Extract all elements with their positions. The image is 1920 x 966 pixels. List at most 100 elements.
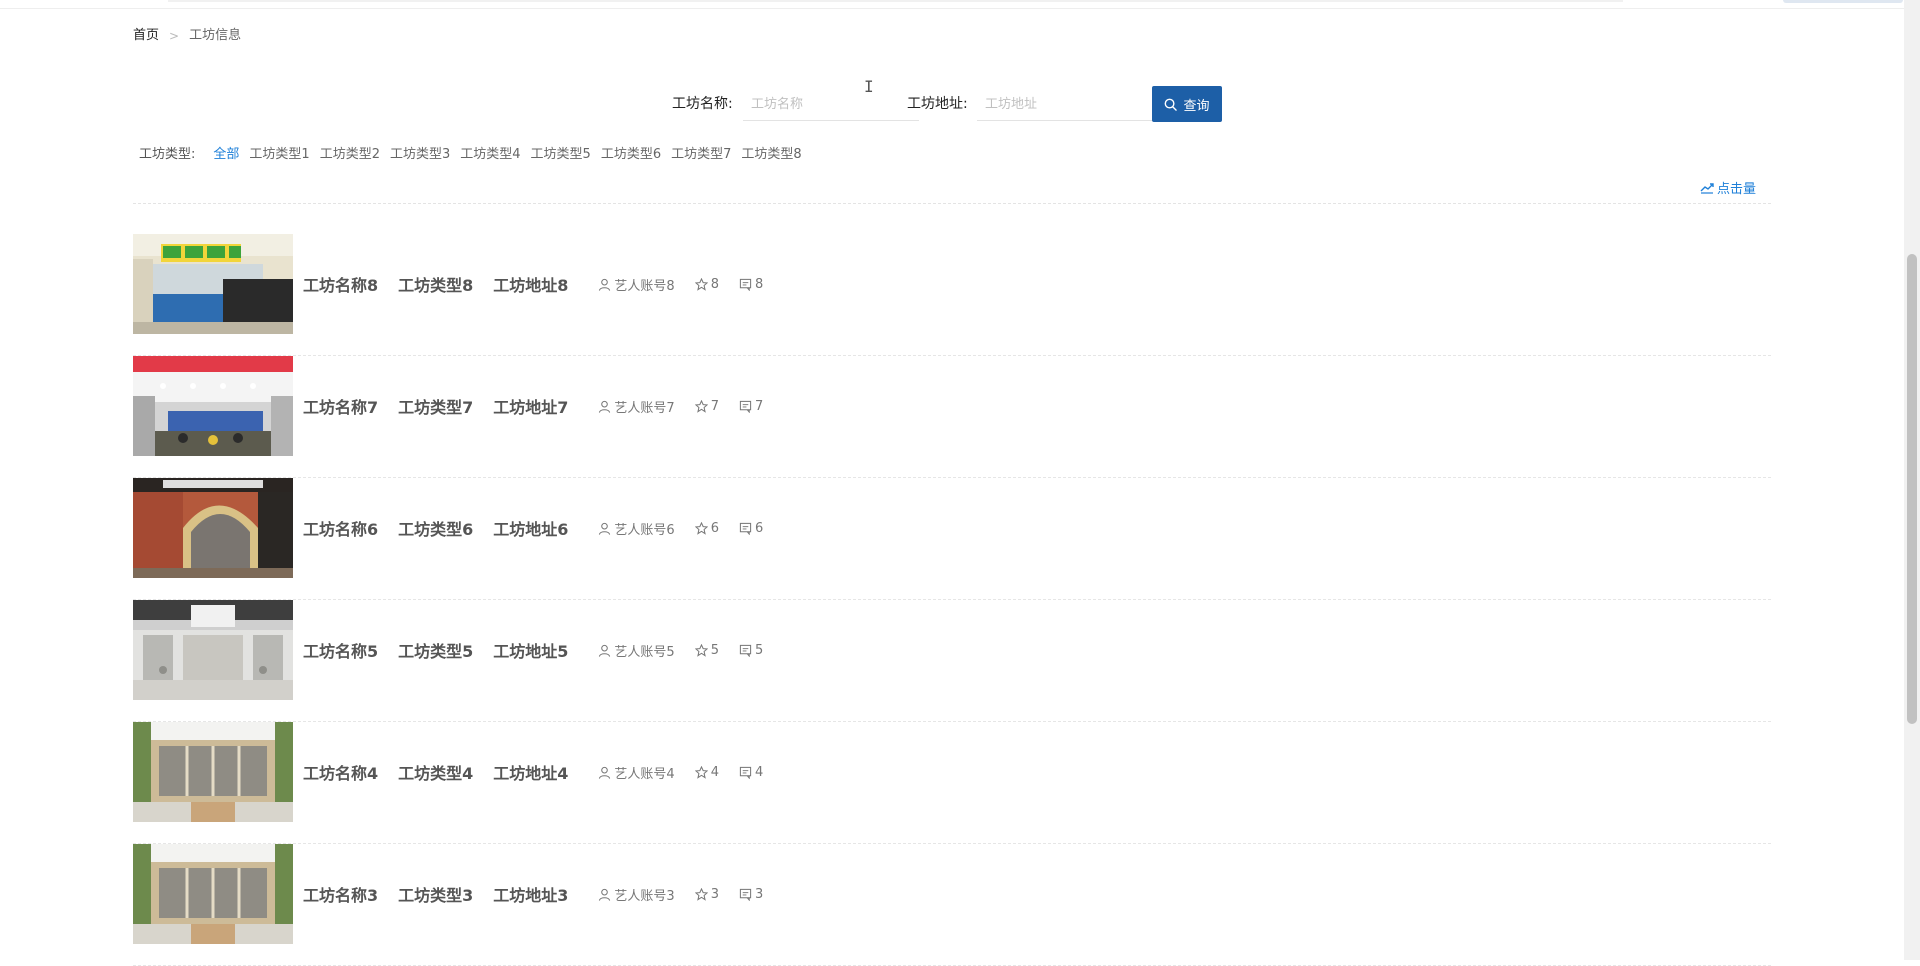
text-cursor-icon: I — [864, 77, 874, 96]
user-icon — [599, 644, 611, 657]
type-filter-5[interactable]: 工坊类型5 — [531, 145, 591, 165]
workshop-address: 工坊地址7 — [493, 398, 569, 417]
trend-chart-icon — [1700, 182, 1714, 194]
workshop-name-label: 工坊名称: — [672, 96, 733, 112]
user-icon — [599, 522, 611, 535]
scrollbar-thumb[interactable] — [1907, 254, 1917, 724]
artist-account: 艺人账号7 — [598, 397, 675, 416]
breadcrumb-current: 工坊信息 — [189, 28, 242, 43]
workshop-name[interactable]: 工坊名称6 — [303, 516, 378, 540]
comment-icon — [739, 888, 752, 901]
type-filter-7[interactable]: 工坊类型7 — [671, 145, 731, 165]
star-icon — [694, 277, 708, 291]
search-bar: 工坊名称: 工坊地址: 查询 — [0, 86, 1920, 122]
favorite-count: 3 — [694, 887, 719, 902]
artist-account-label: 艺人账号3 — [614, 888, 675, 904]
workshop-info: 工坊名称7 工坊类型7 工坊地址7 艺人账号7 7 7 — [303, 394, 763, 418]
type-filter-4[interactable]: 工坊类型4 — [460, 145, 520, 165]
workshop-type: 工坊类型6 — [398, 520, 474, 539]
workshop-name[interactable]: 工坊名称8 — [303, 272, 378, 296]
workshop-name[interactable]: 工坊名称4 — [303, 760, 378, 784]
star-icon — [694, 521, 708, 535]
favorite-count-value: 7 — [710, 398, 719, 414]
workshop-row[interactable]: 工坊名称4 工坊类型4 工坊地址4 艺人账号4 4 4 — [133, 722, 1771, 844]
user-icon — [599, 400, 611, 413]
workshop-address-input[interactable] — [977, 88, 1153, 121]
comment-icon — [739, 644, 752, 657]
favorite-count: 4 — [694, 765, 719, 780]
type-filter: 工坊类型: 全部 工坊类型1 工坊类型2 工坊类型3 工坊类型4 工坊类型5 工… — [139, 145, 812, 165]
workshop-address: 工坊地址8 — [493, 276, 569, 295]
workshop-name[interactable]: 工坊名称7 — [303, 394, 378, 418]
search-button-label: 查询 — [1183, 97, 1210, 113]
workshop-name[interactable]: 工坊名称5 — [303, 638, 378, 662]
favorite-count: 8 — [694, 276, 719, 292]
comment-count: 8 — [739, 277, 763, 292]
artist-account: 艺人账号4 — [598, 763, 675, 782]
artist-account: 艺人账号8 — [598, 275, 675, 294]
type-filter-8[interactable]: 工坊类型8 — [741, 145, 801, 165]
search-button[interactable]: 查询 — [1152, 86, 1222, 122]
artist-account-label: 艺人账号4 — [614, 766, 675, 782]
artist-account-label: 艺人账号7 — [614, 400, 675, 416]
workshop-row[interactable]: 工坊名称3 工坊类型3 工坊地址3 艺人账号3 3 3 — [133, 844, 1771, 966]
workshop-address: 工坊地址3 — [493, 886, 569, 905]
sort-by-clicks-link[interactable]: 点击量 — [1700, 178, 1756, 197]
comment-count: 7 — [739, 399, 763, 414]
comment-count: 4 — [739, 765, 763, 780]
workshop-type: 工坊类型4 — [398, 764, 474, 783]
comment-count-value: 7 — [754, 398, 764, 414]
comment-count-value: 8 — [754, 276, 764, 292]
breadcrumb-separator: > — [169, 29, 180, 43]
favorite-count: 5 — [694, 643, 719, 658]
workshop-info: 工坊名称6 工坊类型6 工坊地址6 艺人账号6 6 6 — [303, 516, 763, 540]
workshop-list: 工坊名称8 工坊类型8 工坊地址8 艺人账号8 8 8 工坊名称7 工坊类型7 … — [133, 234, 1771, 966]
workshop-thumbnail[interactable] — [133, 478, 293, 578]
comment-count-value: 5 — [754, 642, 764, 658]
breadcrumb: 首页 > 工坊信息 — [133, 27, 241, 45]
comment-count: 6 — [739, 521, 763, 536]
comment-count-value: 6 — [754, 520, 764, 536]
workshop-address: 工坊地址5 — [493, 642, 569, 661]
artist-account: 艺人账号6 — [598, 519, 675, 538]
workshop-thumbnail[interactable] — [133, 844, 293, 944]
workshop-name-input[interactable] — [743, 88, 919, 121]
comment-count: 5 — [739, 643, 763, 658]
search-icon — [1165, 98, 1178, 111]
user-icon — [599, 766, 611, 779]
favorite-count-value: 8 — [710, 276, 719, 292]
type-filter-2[interactable]: 工坊类型2 — [320, 145, 380, 165]
workshop-name[interactable]: 工坊名称3 — [303, 882, 378, 906]
type-filter-1[interactable]: 工坊类型1 — [249, 145, 309, 165]
workshop-type: 工坊类型8 — [398, 276, 474, 295]
top-bar — [0, 0, 1920, 9]
type-filter-3[interactable]: 工坊类型3 — [390, 145, 450, 165]
type-filter-all[interactable]: 全部 — [213, 145, 239, 165]
favorite-count: 7 — [694, 398, 719, 414]
workshop-row[interactable]: 工坊名称5 工坊类型5 工坊地址5 艺人账号5 5 5 — [133, 600, 1771, 722]
workshop-type: 工坊类型5 — [398, 642, 474, 661]
top-bar-pill — [1783, 0, 1903, 3]
favorite-count-value: 6 — [710, 520, 719, 536]
breadcrumb-home[interactable]: 首页 — [133, 27, 159, 45]
type-filter-label: 工坊类型: — [139, 147, 196, 162]
workshop-thumbnail[interactable] — [133, 234, 293, 334]
comment-count: 3 — [739, 887, 763, 902]
workshop-row[interactable]: 工坊名称7 工坊类型7 工坊地址7 艺人账号7 7 7 — [133, 356, 1771, 478]
type-filter-6[interactable]: 工坊类型6 — [601, 145, 661, 165]
workshop-thumbnail[interactable] — [133, 600, 293, 700]
vertical-scrollbar[interactable] — [1904, 0, 1920, 960]
workshop-thumbnail[interactable] — [133, 722, 293, 822]
workshop-row[interactable]: 工坊名称6 工坊类型6 工坊地址6 艺人账号6 6 6 — [133, 478, 1771, 600]
workshop-address: 工坊地址6 — [493, 520, 569, 539]
star-icon — [694, 887, 708, 901]
workshop-row[interactable]: 工坊名称8 工坊类型8 工坊地址8 艺人账号8 8 8 — [133, 234, 1771, 356]
artist-account-label: 艺人账号5 — [614, 644, 675, 660]
comment-icon — [739, 766, 752, 779]
user-icon — [599, 888, 611, 901]
artist-account-label: 艺人账号8 — [614, 278, 675, 294]
star-icon — [694, 399, 708, 413]
workshop-thumbnail[interactable] — [133, 356, 293, 456]
list-divider — [133, 203, 1771, 204]
artist-account: 艺人账号3 — [598, 885, 675, 904]
